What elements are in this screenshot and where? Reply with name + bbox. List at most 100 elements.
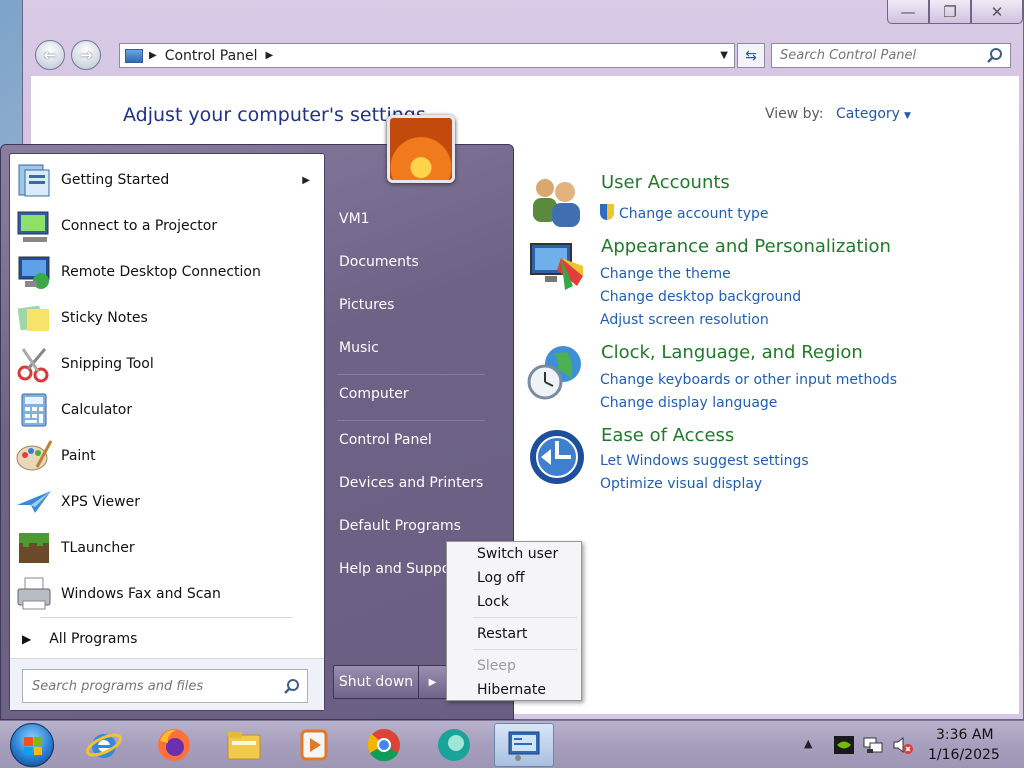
start-menu-programs-pane: Getting Started ▶ Connect to a Projector…	[9, 153, 325, 711]
search-input[interactable]	[780, 48, 985, 63]
adjust-screen-resolution-link[interactable]: Adjust screen resolution	[600, 312, 769, 328]
appearance-icon[interactable]	[527, 236, 587, 296]
category-title[interactable]: Ease of Access	[601, 425, 734, 446]
program-label: Calculator	[61, 402, 133, 418]
submenu-arrow-icon[interactable]: ▶	[302, 175, 310, 186]
start-item-pictures[interactable]: Pictures	[339, 297, 394, 313]
start-item-help-support[interactable]: Help and Suppo	[339, 561, 450, 577]
change-theme-link[interactable]: Change the theme	[600, 266, 731, 282]
taskbar: ▲ 3:36 AM 1/16/2025	[0, 720, 1024, 768]
nvidia-icon[interactable]	[834, 736, 854, 754]
control-panel-icon	[508, 731, 540, 761]
start-item-control-panel[interactable]: Control Panel	[339, 432, 432, 448]
view-by-dropdown[interactable]: Category ▼	[836, 106, 911, 122]
program-paint[interactable]: Paint	[10, 433, 324, 479]
start-button[interactable]	[10, 723, 54, 767]
breadcrumb-arrow-icon[interactable]: ▶	[149, 50, 157, 61]
tlauncher-icon	[19, 533, 49, 563]
internet-explorer-icon	[85, 733, 123, 758]
program-connect-projector[interactable]: Connect to a Projector	[10, 203, 324, 249]
menu-item-log-off[interactable]: Log off	[477, 570, 525, 586]
program-calculator[interactable]: Calculator	[10, 387, 324, 433]
link-label[interactable]: Change account type	[619, 206, 769, 222]
change-keyboards-link[interactable]: Change keyboards or other input methods	[600, 372, 897, 388]
taskbar-bing-app[interactable]	[424, 723, 484, 767]
change-account-type-link[interactable]: Change account type	[600, 204, 769, 222]
fax-scan-icon	[17, 577, 51, 610]
taskbar-chrome[interactable]	[354, 723, 414, 767]
search-icon[interactable]	[986, 47, 1004, 65]
page-title: Adjust your computer's settings	[123, 104, 426, 126]
taskbar-media-player[interactable]	[284, 723, 344, 767]
user-picture[interactable]	[387, 115, 455, 183]
breadcrumb-arrow-icon[interactable]: ▶	[266, 50, 274, 61]
menu-item-hibernate[interactable]: Hibernate	[477, 682, 546, 698]
program-xps-viewer[interactable]: XPS Viewer	[10, 479, 324, 525]
breadcrumb-control-panel[interactable]: Control Panel	[165, 48, 258, 64]
clock-globe-icon[interactable]	[527, 342, 587, 402]
program-tlauncher[interactable]: TLauncher	[10, 525, 324, 571]
back-arrow-icon: ←	[43, 46, 57, 64]
let-windows-suggest-link[interactable]: Let Windows suggest settings	[600, 453, 809, 469]
taskbar-file-explorer[interactable]	[214, 723, 274, 767]
start-item-music[interactable]: Music	[339, 340, 379, 356]
show-hidden-icons-button[interactable]: ▲	[804, 737, 812, 750]
all-programs-label: All Programs	[49, 631, 138, 647]
program-label: Sticky Notes	[61, 310, 148, 326]
clock-date[interactable]: 1/16/2025	[928, 747, 1000, 763]
program-label: Remote Desktop Connection	[61, 264, 261, 280]
program-remote-desktop[interactable]: Remote Desktop Connection	[10, 249, 324, 295]
refresh-button[interactable]: ⇆	[737, 43, 765, 68]
user-accounts-icon[interactable]	[527, 172, 587, 232]
chevron-right-icon: ▶	[428, 676, 437, 688]
ease-of-access-icon[interactable]	[527, 425, 587, 485]
volume-muted-icon[interactable]	[892, 735, 914, 755]
program-sticky-notes[interactable]: Sticky Notes	[10, 295, 324, 341]
calculator-icon	[21, 393, 47, 427]
close-button[interactable]: ✕	[971, 0, 1023, 24]
category-title[interactable]: Appearance and Personalization	[601, 236, 891, 257]
menu-item-switch-user[interactable]: Switch user	[477, 546, 558, 562]
divider	[473, 649, 577, 650]
address-bar[interactable]: ▶ Control Panel ▶ ▼	[119, 43, 735, 68]
start-item-computer[interactable]: Computer	[339, 386, 409, 402]
program-snipping-tool[interactable]: Snipping Tool	[10, 341, 324, 387]
menu-item-restart[interactable]: Restart	[477, 626, 527, 642]
category-title[interactable]: User Accounts	[601, 172, 730, 193]
taskbar-control-panel[interactable]	[494, 723, 554, 767]
program-fax-scan[interactable]: Windows Fax and Scan	[10, 571, 324, 617]
search-control-panel[interactable]	[771, 43, 1011, 68]
start-search-box[interactable]	[22, 669, 308, 703]
shut-down-options-menu: Switch user Log off Lock Restart Sleep H…	[446, 541, 582, 701]
program-getting-started[interactable]: Getting Started ▶	[10, 157, 324, 203]
start-search-input[interactable]	[32, 678, 272, 694]
address-dropdown-icon[interactable]: ▼	[720, 50, 728, 61]
shut-down-options-button[interactable]: ▶	[419, 665, 447, 699]
all-programs-button[interactable]: ▶ All Programs	[10, 624, 324, 654]
forward-button[interactable]: →	[71, 40, 101, 70]
change-desktop-background-link[interactable]: Change desktop background	[600, 289, 801, 305]
maximize-button[interactable]: ❐	[929, 0, 971, 24]
optimize-visual-display-link[interactable]: Optimize visual display	[600, 476, 762, 492]
shut-down-button[interactable]: Shut down	[333, 665, 419, 699]
back-button[interactable]: ←	[35, 40, 65, 70]
category-title[interactable]: Clock, Language, and Region	[601, 342, 863, 363]
start-item-devices-printers[interactable]: Devices and Printers	[339, 475, 483, 491]
chrome-icon	[367, 729, 400, 762]
taskbar-firefox[interactable]	[144, 723, 204, 767]
change-display-language-link[interactable]: Change display language	[600, 395, 777, 411]
view-by-value[interactable]: Category	[836, 106, 900, 122]
menu-item-lock[interactable]: Lock	[477, 594, 509, 610]
start-item-default-programs[interactable]: Default Programs	[339, 518, 461, 534]
clock-time[interactable]: 3:36 AM	[936, 727, 994, 743]
remote-desktop-icon	[18, 256, 50, 289]
sticky-notes-icon	[17, 305, 49, 331]
snipping-tool-icon	[17, 348, 49, 383]
search-icon[interactable]	[283, 678, 301, 696]
minimize-button[interactable]: —	[887, 0, 929, 24]
view-by-label: View by:	[765, 106, 824, 122]
taskbar-internet-explorer[interactable]	[74, 723, 134, 767]
start-item-user-folder[interactable]: VM1	[339, 211, 370, 227]
network-icon[interactable]	[862, 735, 884, 755]
start-item-documents[interactable]: Documents	[339, 254, 419, 270]
